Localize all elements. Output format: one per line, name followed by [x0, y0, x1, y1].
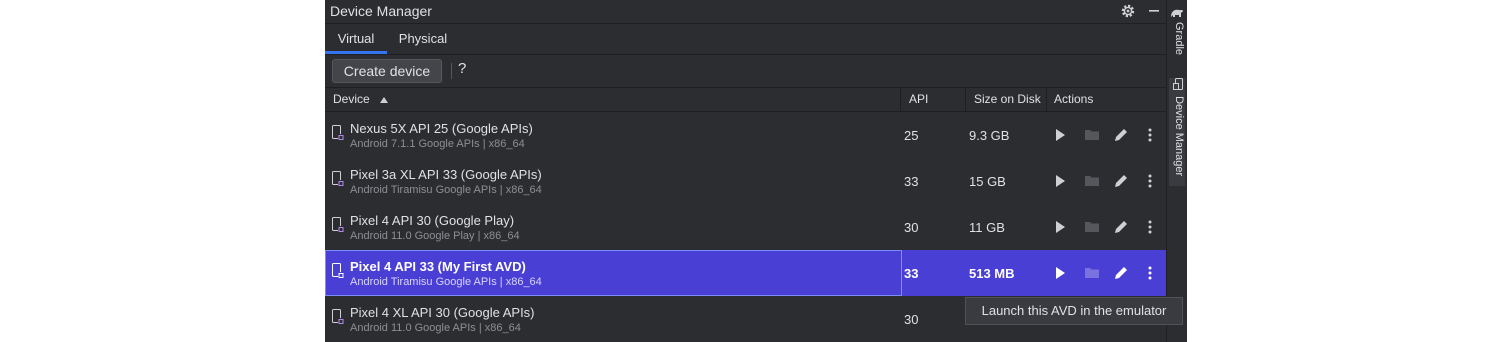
right-tool-window-strip: Gradle Device Manager — [1166, 0, 1187, 342]
device-name: Nexus 5X API 25 (Google APIs) — [350, 121, 533, 136]
device-api: 25 — [904, 128, 919, 143]
column-divider — [1046, 88, 1047, 111]
panel-title: Device Manager — [330, 3, 432, 19]
edit-pencil-icon[interactable] — [1113, 219, 1129, 235]
minimize-icon[interactable] — [1146, 3, 1162, 19]
column-header-api[interactable]: API — [909, 88, 928, 111]
device-phone-icon — [332, 171, 344, 187]
launch-tooltip: Launch this AVD in the emulator — [965, 297, 1183, 325]
device-details: Android Tiramisu Google APIs | x86_64 — [350, 184, 542, 196]
column-divider — [900, 88, 901, 111]
gradle-elephant-icon — [1170, 6, 1184, 20]
folder-icon[interactable] — [1084, 265, 1100, 281]
device-size: 15 GB — [969, 174, 1006, 189]
play-icon[interactable] — [1052, 219, 1068, 235]
device-details: Android Tiramisu Google APIs | x86_64 — [350, 276, 542, 288]
tab-physical[interactable]: Physical — [391, 24, 455, 54]
settings-gear-icon[interactable] — [1120, 3, 1136, 19]
edit-pencil-icon[interactable] — [1113, 127, 1129, 143]
side-tab-device-manager[interactable]: Device Manager — [1169, 78, 1185, 186]
device-api: 30 — [904, 220, 919, 235]
device-phone-icon — [332, 125, 344, 141]
column-divider — [965, 88, 966, 111]
play-icon[interactable] — [1052, 173, 1068, 189]
edit-pencil-icon[interactable] — [1113, 173, 1129, 189]
device-name: Pixel 3a XL API 33 (Google APIs) — [350, 167, 542, 182]
column-header-device[interactable]: Device — [333, 88, 389, 111]
column-header-device-label: Device — [333, 92, 370, 106]
create-device-button[interactable]: Create device — [332, 59, 442, 83]
play-icon[interactable] — [1052, 127, 1068, 143]
more-vertical-icon[interactable] — [1142, 219, 1158, 235]
more-vertical-icon[interactable] — [1142, 173, 1158, 189]
table-row-selected[interactable]: Pixel 4 API 33 (My First AVD) Android Ti… — [325, 250, 1166, 296]
toolbar: Create device ? — [325, 55, 1166, 88]
device-name: Pixel 4 XL API 30 (Google APIs) — [350, 305, 535, 320]
device-name: Pixel 4 API 33 (My First AVD) — [350, 259, 526, 274]
device-phone-icon — [332, 263, 344, 279]
device-details: Android 7.1.1 Google APIs | x86_64 — [350, 138, 525, 150]
more-vertical-icon[interactable] — [1142, 127, 1158, 143]
folder-icon[interactable] — [1084, 219, 1100, 235]
device-manager-panel: Device Manager Virtual Physical Create d… — [325, 0, 1166, 342]
device-api: 33 — [904, 266, 919, 281]
table-row[interactable]: Pixel 4 API 30 (Google Play) Android 11.… — [325, 204, 1166, 250]
play-icon[interactable] — [1052, 265, 1068, 281]
table-row[interactable]: Nexus 5X API 25 (Google APIs) Android 7.… — [325, 112, 1166, 158]
side-tab-gradle[interactable]: Gradle — [1169, 22, 1185, 60]
column-header-actions: Actions — [1054, 92, 1094, 106]
device-details: Android 11.0 Google APIs | x86_64 — [350, 322, 521, 334]
device-details: Android 11.0 Google Play | x86_64 — [350, 230, 520, 242]
sort-ascending-icon — [380, 96, 389, 103]
title-bar: Device Manager — [325, 0, 1166, 24]
toolbar-divider — [451, 63, 452, 79]
device-api: 33 — [904, 174, 919, 189]
folder-icon[interactable] — [1084, 173, 1100, 189]
folder-icon[interactable] — [1084, 127, 1100, 143]
table-header: Device API Size on Disk Actions — [325, 88, 1166, 112]
device-phone-icon — [332, 217, 344, 233]
device-size: 11 GB — [969, 220, 1005, 235]
device-api: 30 — [904, 312, 919, 327]
side-tab-device-manager-label: Device Manager — [1173, 96, 1185, 177]
device-type-tabs: Virtual Physical — [325, 24, 1166, 55]
table-row[interactable]: Pixel 3a XL API 33 (Google APIs) Android… — [325, 158, 1166, 204]
device-name: Pixel 4 API 30 (Google Play) — [350, 213, 515, 228]
more-vertical-icon[interactable] — [1142, 265, 1158, 281]
column-header-size[interactable]: Size on Disk — [974, 88, 1041, 111]
device-phone-icon — [332, 309, 344, 325]
tab-virtual[interactable]: Virtual — [325, 24, 387, 54]
edit-pencil-icon[interactable] — [1113, 265, 1129, 281]
device-manager-icon — [1173, 78, 1185, 90]
device-size: 513 MB — [969, 266, 1015, 281]
device-size: 9.3 GB — [969, 128, 1010, 143]
help-button[interactable]: ? — [458, 60, 466, 77]
